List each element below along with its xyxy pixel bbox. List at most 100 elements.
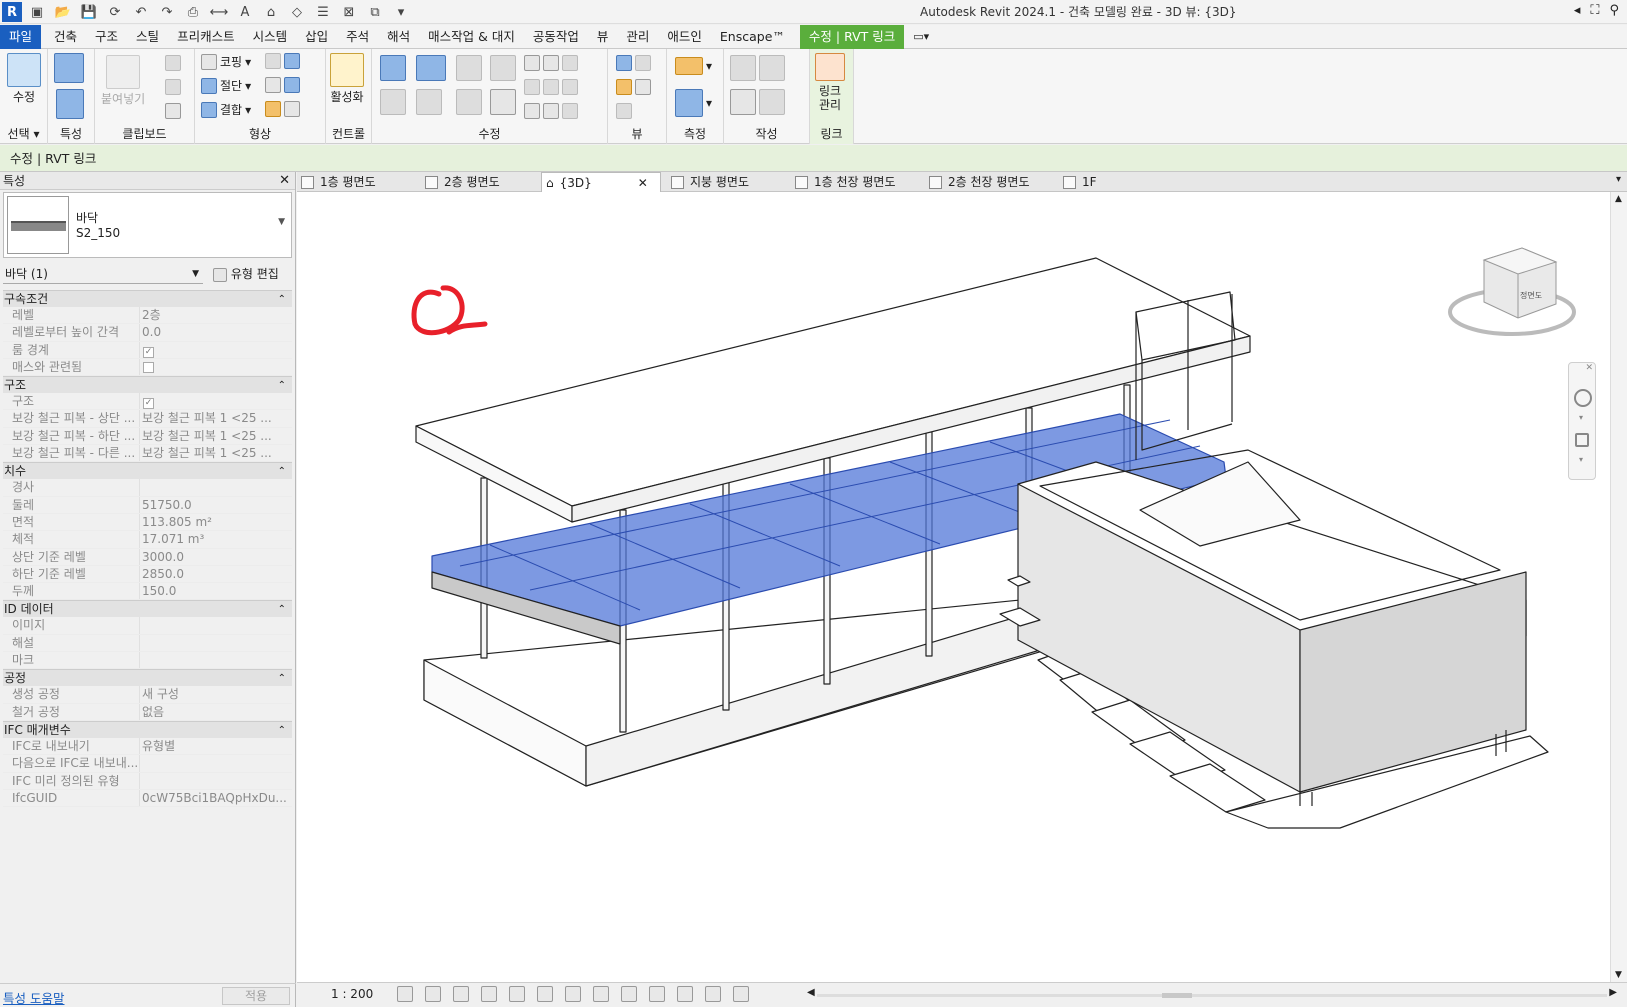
rendering-icon[interactable] bbox=[509, 986, 525, 1002]
hide-element-button[interactable] bbox=[616, 55, 651, 71]
tab-addins[interactable]: 애드인 bbox=[658, 25, 711, 49]
scroll-up-icon[interactable]: ▲ bbox=[1615, 194, 1622, 204]
cut-button[interactable] bbox=[165, 55, 181, 71]
base-slab[interactable] bbox=[423, 597, 1081, 787]
property-value[interactable]: 보강 철근 피복 1 <25 ... bbox=[140, 428, 292, 444]
mirror-draw-button[interactable] bbox=[490, 55, 516, 81]
properties-section[interactable]: 구속조건 ⌃ bbox=[3, 290, 292, 307]
crop-view-icon[interactable] bbox=[537, 986, 553, 1002]
ribbon-display-toggle[interactable]: ▭▾ bbox=[904, 25, 938, 49]
properties-section[interactable]: 구조 ⌃ bbox=[3, 376, 292, 394]
tab-enscape[interactable]: Enscape™ bbox=[711, 25, 794, 49]
properties-help-link[interactable]: 특성 도움말 bbox=[3, 988, 64, 1007]
tab-steel[interactable]: 스틸 bbox=[127, 25, 168, 49]
collapse-icon[interactable]: ⌃ bbox=[278, 463, 286, 480]
vertical-scrollbar[interactable]: ▲ ▼ bbox=[1610, 192, 1627, 982]
tab-roof-plan[interactable]: 지붕 평면도 bbox=[667, 172, 787, 192]
property-value[interactable]: 2층 bbox=[140, 307, 292, 323]
tab-file[interactable]: 파일 bbox=[0, 24, 42, 49]
text-icon[interactable]: A bbox=[234, 2, 256, 22]
print-icon[interactable]: ⎙ bbox=[182, 2, 204, 22]
property-value[interactable]: 보강 철근 피복 1 <25 ... bbox=[140, 410, 292, 426]
collapse-icon[interactable]: ⌃ bbox=[278, 291, 286, 308]
type-properties-button[interactable] bbox=[56, 89, 84, 119]
measure-button[interactable]: ▾ bbox=[675, 57, 712, 75]
property-value[interactable] bbox=[140, 617, 292, 633]
tab-collaborate[interactable]: 공동작업 bbox=[524, 25, 588, 49]
tab-2f-plan[interactable]: 2층 평면도 bbox=[421, 172, 541, 192]
tab-modify-rvt-link[interactable]: 수정 | RVT 링크 bbox=[799, 24, 905, 49]
measure-icon[interactable]: ⟷ bbox=[208, 2, 230, 22]
horizontal-scrollbar[interactable] bbox=[817, 994, 1607, 997]
scroll-left-icon[interactable]: ◀ bbox=[807, 987, 815, 998]
sun-path-icon[interactable] bbox=[453, 986, 469, 1002]
tab-analyze[interactable]: 해석 bbox=[378, 25, 419, 49]
paste-button[interactable]: 붙여넣기 bbox=[101, 55, 145, 106]
property-value[interactable] bbox=[140, 635, 292, 651]
checkbox[interactable]: ✓ bbox=[143, 346, 154, 358]
cut-geometry-button[interactable]: 절단 ▾ bbox=[201, 77, 251, 94]
customize-qat-icon[interactable]: ▾ bbox=[390, 2, 412, 22]
properties-section[interactable]: ID 데이터 ⌃ bbox=[3, 600, 292, 618]
close-icon[interactable]: ✕ bbox=[279, 172, 290, 190]
chevron-down-icon[interactable]: ▾ bbox=[1579, 455, 1583, 464]
collapse-icon[interactable]: ⌃ bbox=[278, 601, 286, 618]
scroll-right-icon[interactable]: ▶ bbox=[1609, 987, 1617, 998]
properties-section[interactable]: 공정 ⌃ bbox=[3, 669, 292, 687]
3d-view-icon[interactable]: ⌂ bbox=[260, 2, 282, 22]
temp-view-props-icon[interactable] bbox=[677, 986, 693, 1002]
property-value[interactable]: 0.0 bbox=[140, 324, 292, 340]
property-value[interactable]: 150.0 bbox=[140, 583, 292, 599]
property-value[interactable] bbox=[140, 479, 292, 495]
tab-systems[interactable]: 시스템 bbox=[244, 25, 297, 49]
binoculars-icon[interactable]: ⛶ bbox=[1590, 3, 1599, 18]
mirror-axis-button[interactable] bbox=[456, 55, 482, 81]
copy-element-button[interactable] bbox=[416, 89, 442, 115]
chevron-down-icon[interactable]: ▾ bbox=[1579, 413, 1583, 422]
join-button[interactable]: 결합 ▾ bbox=[201, 101, 251, 118]
save-icon[interactable]: 💾 bbox=[78, 2, 100, 22]
reveal-constraints-icon[interactable] bbox=[733, 986, 749, 1002]
instance-selector[interactable]: 바닥 (1) ▼ bbox=[3, 264, 203, 284]
type-selector[interactable]: 바닥 S2_150 ▼ bbox=[3, 192, 292, 258]
match-type-button[interactable] bbox=[165, 103, 181, 119]
geom-tool-1[interactable] bbox=[265, 53, 300, 69]
property-value[interactable] bbox=[140, 755, 292, 771]
revit-logo-icon[interactable]: R bbox=[2, 2, 22, 22]
trim-extend-button[interactable] bbox=[524, 103, 578, 119]
manage-links-button[interactable]: 링크 관리 bbox=[815, 53, 845, 112]
zoom-icon[interactable] bbox=[1575, 433, 1589, 447]
view-scale[interactable]: 1 : 200 bbox=[331, 987, 373, 1001]
property-value[interactable]: 51750.0 bbox=[140, 497, 292, 513]
checkbox[interactable]: ✓ bbox=[143, 398, 154, 410]
collapse-icon[interactable]: ◂ bbox=[1574, 3, 1581, 18]
properties-section[interactable]: IFC 매개변수 ⌃ bbox=[3, 720, 292, 738]
collapse-icon[interactable]: ⌃ bbox=[278, 377, 286, 394]
tab-precast[interactable]: 프리캐스트 bbox=[168, 25, 244, 49]
steering-wheel-icon[interactable] bbox=[1574, 389, 1592, 407]
visual-style-icon[interactable] bbox=[425, 986, 441, 1002]
rotate-button[interactable] bbox=[456, 89, 482, 115]
horizontal-scroll-thumb[interactable] bbox=[1162, 993, 1192, 998]
dimension-button[interactable]: ▾ bbox=[675, 89, 712, 117]
shadows-icon[interactable] bbox=[481, 986, 497, 1002]
property-value[interactable]: 17.071 m³ bbox=[140, 531, 292, 547]
property-value[interactable]: ✓ bbox=[140, 342, 292, 358]
tab-manage[interactable]: 관리 bbox=[617, 25, 658, 49]
geom-tool-2[interactable] bbox=[265, 77, 300, 93]
split-button[interactable] bbox=[524, 55, 578, 71]
tab-insert[interactable]: 삽입 bbox=[296, 25, 337, 49]
property-value[interactable] bbox=[140, 652, 292, 668]
tab-menu-icon[interactable]: ▾ bbox=[1616, 174, 1621, 185]
reveal-hidden-icon[interactable] bbox=[649, 986, 665, 1002]
switch-windows-icon[interactable]: ⧉ bbox=[364, 2, 386, 22]
create-group-button[interactable] bbox=[730, 89, 785, 115]
show-crop-icon[interactable] bbox=[565, 986, 581, 1002]
activate-button[interactable]: 활성화 bbox=[330, 53, 364, 104]
chevron-down-icon[interactable]: ▼ bbox=[278, 217, 285, 227]
copy-button[interactable] bbox=[165, 79, 181, 95]
property-value[interactable]: 0cW75Bci1BAQpHxDu... bbox=[140, 790, 292, 806]
tab-view[interactable]: 뷰 bbox=[588, 25, 618, 49]
move-button[interactable] bbox=[380, 89, 406, 115]
modify-button[interactable]: 수정 bbox=[7, 53, 41, 104]
